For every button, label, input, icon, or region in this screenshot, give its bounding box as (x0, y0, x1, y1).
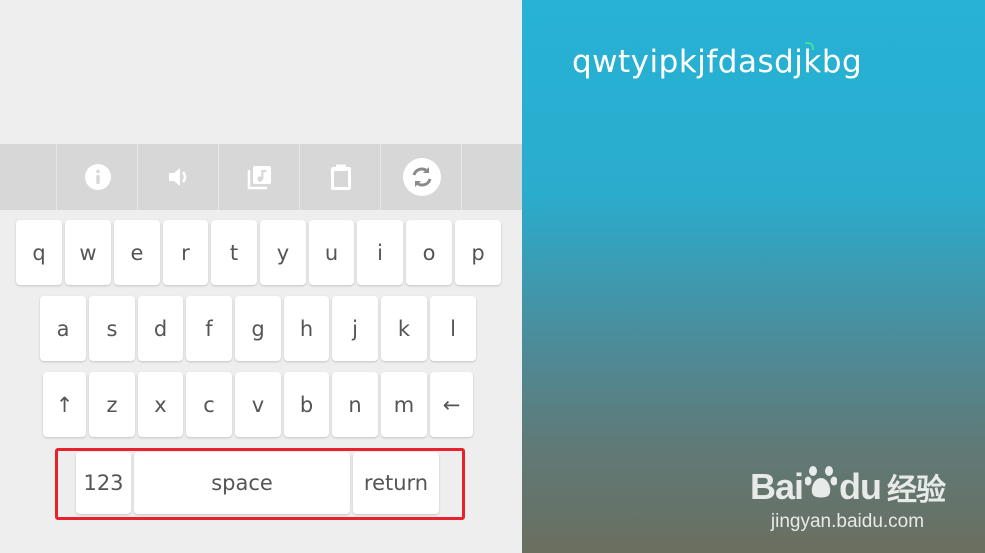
key-l[interactable]: l (430, 296, 476, 361)
key-f[interactable]: f (186, 296, 232, 361)
key-h[interactable]: h (284, 296, 329, 361)
key-123[interactable]: 123 (76, 452, 131, 514)
refresh-button[interactable] (380, 144, 462, 210)
baidu-watermark: Bai du 经验 jingyan.baidu.com (749, 464, 946, 533)
key-b[interactable]: b (284, 372, 329, 437)
logo-text-du: du (839, 465, 882, 507)
key-shift[interactable]: ↑ (43, 372, 86, 437)
refresh-icon (402, 157, 442, 197)
key-t[interactable]: t (211, 220, 257, 285)
clipboard-button[interactable] (299, 144, 381, 210)
key-w[interactable]: w (65, 220, 111, 285)
key-e[interactable]: e (114, 220, 160, 285)
key-space[interactable]: space (134, 452, 350, 514)
key-p[interactable]: p (455, 220, 501, 285)
text-display-panel: qwtyipkjfdasdjkbg Bai du 经验 jingyan.baid… (522, 0, 985, 553)
watermark-url: jingyan.baidu.com (770, 511, 925, 532)
speaker-icon (165, 163, 193, 191)
key-v[interactable]: v (235, 372, 281, 437)
logo-text-bai: Bai (749, 465, 804, 507)
key-y[interactable]: y (260, 220, 306, 285)
key-d[interactable]: d (138, 296, 183, 361)
music-library-icon (246, 163, 274, 191)
sound-button[interactable] (137, 144, 219, 210)
key-a[interactable]: a (40, 296, 86, 361)
key-s[interactable]: s (89, 296, 135, 361)
paw-icon (804, 464, 838, 509)
baidu-logo: Bai du 经验 (749, 464, 946, 509)
typed-text: qwtyipkjfdasdjkbg (572, 44, 863, 80)
music-button[interactable] (218, 144, 300, 210)
key-m[interactable]: m (381, 372, 427, 437)
key-r[interactable]: r (163, 220, 208, 285)
key-q[interactable]: q (16, 220, 62, 285)
key-u[interactable]: u (309, 220, 354, 285)
keyboard-toolbar (0, 144, 522, 210)
clipboard-icon (327, 163, 355, 191)
info-icon (84, 163, 112, 191)
key-k[interactable]: k (381, 296, 427, 361)
key-g[interactable]: g (235, 296, 281, 361)
key-z[interactable]: z (89, 372, 135, 437)
key-i[interactable]: i (357, 220, 403, 285)
key-n[interactable]: n (332, 372, 378, 437)
info-button[interactable] (56, 144, 138, 210)
key-backspace[interactable]: ← (430, 372, 473, 437)
key-j[interactable]: j (332, 296, 378, 361)
key-return[interactable]: return (353, 452, 439, 514)
key-x[interactable]: x (138, 372, 183, 437)
keyboard-panel: q w e r t y u i o p a s d f g h j k l ↑ … (0, 0, 522, 553)
logo-text-jingyan: 经验 (887, 472, 946, 508)
key-o[interactable]: o (406, 220, 452, 285)
key-c[interactable]: c (186, 372, 232, 437)
toolbar-spacer (461, 144, 523, 210)
